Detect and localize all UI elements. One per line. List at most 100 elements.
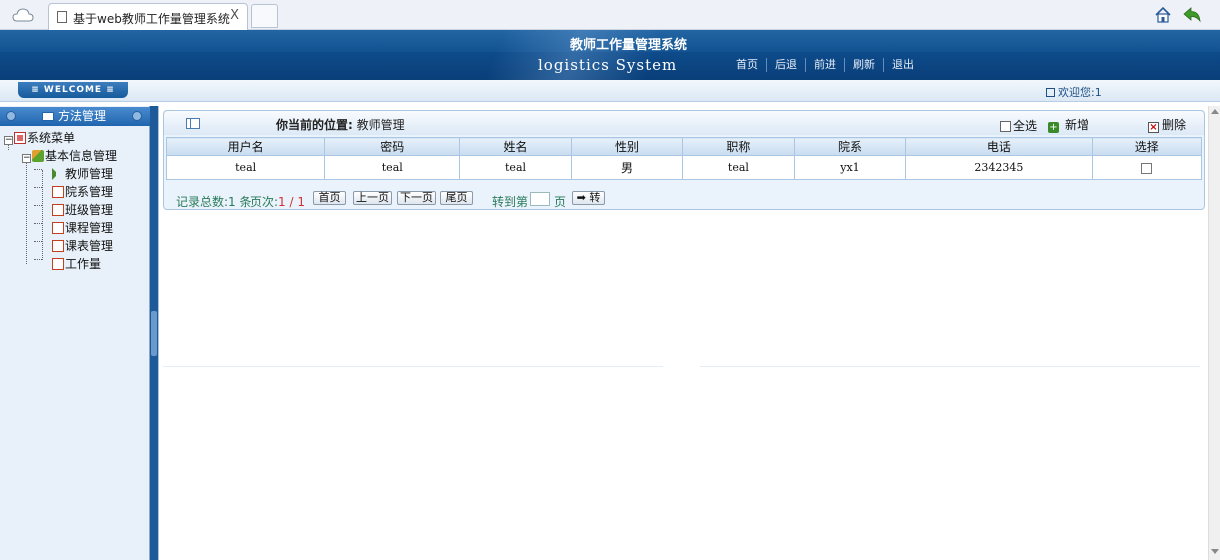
header-nav: 首页 后退 前进 刷新 退出	[728, 58, 922, 72]
page-label: 页次:	[250, 195, 279, 209]
splitter-grip[interactable]	[151, 311, 157, 356]
cell-department: yx1	[793, 155, 907, 180]
goto-page-input[interactable]	[530, 192, 550, 206]
checkbox-icon[interactable]	[1000, 121, 1011, 132]
browser-tab[interactable]: 基于web教师工作量管理系统 X	[48, 3, 248, 30]
prev-page-button[interactable]: 上一页	[353, 191, 392, 205]
tab-close-icon[interactable]: X	[230, 8, 239, 23]
collapse-icon[interactable]: −	[4, 136, 13, 145]
total-records: 记录总数:1 条	[176, 193, 252, 210]
tree-group-label: 基本信息管理	[45, 149, 118, 163]
user-icon	[1046, 88, 1055, 97]
nav-forward-link[interactable]: 前进	[805, 58, 844, 72]
back-arrow-icon[interactable]	[1182, 6, 1202, 24]
column-header: 性别	[570, 137, 684, 156]
tree-root[interactable]: − 系统菜单	[4, 130, 75, 146]
teacher-panel: 你当前的位置: 教师管理 全选 + 新增 × 删除 用户名 密码 姓名 性别 职称 …	[163, 110, 1205, 210]
add-icon: +	[1048, 122, 1059, 133]
panel-toolbar: 你当前的位置: 教师管理 全选 + 新增 × 删除	[164, 111, 1204, 135]
speaker-icon	[52, 168, 64, 180]
cell-name: teal	[459, 155, 572, 180]
teacher-table: 用户名 密码 姓名 性别 职称 院系 电话 选择 teal teal teal …	[165, 137, 1203, 180]
tab-title: 基于web教师工作量管理系统	[73, 12, 230, 26]
goto-unit: 页	[554, 195, 567, 209]
envelope-icon	[42, 112, 54, 121]
new-tab-button[interactable]	[251, 4, 278, 28]
document-icon	[52, 186, 64, 198]
welcome-user-text: 欢迎您:1	[1058, 86, 1102, 99]
document-icon	[52, 258, 64, 270]
scroll-down-icon[interactable]	[1211, 549, 1219, 554]
select-all-label: 全选	[1013, 119, 1038, 133]
nav-back-link[interactable]: 后退	[766, 58, 805, 72]
column-header: 用户名	[165, 137, 326, 156]
row-checkbox[interactable]	[1141, 162, 1153, 174]
browser-toolbar: 基于web教师工作量管理系统 X	[0, 0, 1220, 30]
goto-label: 转到第	[492, 195, 529, 209]
scroll-up-icon[interactable]	[1211, 109, 1219, 114]
table-row[interactable]: teal teal teal 男 teal yx1 2342345	[165, 155, 1203, 180]
column-header: 选择	[1091, 137, 1203, 156]
first-page-button[interactable]: 首页	[313, 191, 346, 205]
sidebar-item-label: 课表管理	[65, 239, 114, 253]
cloud-icon[interactable]	[12, 8, 34, 22]
column-header: 院系	[793, 137, 907, 156]
breadcrumb: 你当前的位置: 教师管理	[276, 116, 405, 133]
app-title: 教师工作量管理系统	[570, 38, 688, 53]
sidebar-header[interactable]: 方法管理	[0, 107, 150, 126]
sidebar-item-course[interactable]: 课程管理	[52, 220, 113, 236]
add-button[interactable]: + 新增	[1048, 116, 1089, 133]
column-header: 职称	[682, 137, 795, 156]
nav-refresh-link[interactable]: 刷新	[844, 58, 883, 72]
sidebar-item-label: 教师管理	[65, 167, 114, 181]
sidebar-item-teacher[interactable]: 教师管理	[52, 166, 113, 182]
delete-icon: ×	[1148, 122, 1159, 133]
go-button[interactable]: ➡ 转	[572, 191, 605, 205]
delete-label: 删除	[1162, 118, 1187, 132]
sidebar-header-label: 方法管理	[58, 109, 107, 123]
last-page-button[interactable]: 尾页	[440, 191, 473, 205]
sidebar-item-label: 课程管理	[65, 221, 114, 235]
cell-password: teal	[324, 155, 461, 180]
nav-home-link[interactable]: 首页	[728, 58, 766, 72]
home-icon[interactable]	[1154, 6, 1172, 24]
page-icon	[57, 11, 67, 23]
cell-username: teal	[165, 155, 326, 180]
sidebar-knob-right-icon	[132, 111, 142, 121]
sidebar-item-schedule[interactable]: 课表管理	[52, 238, 113, 254]
app-header: 教师工作量管理系统 logistics System 首页 后退 前进 刷新 退…	[0, 30, 1220, 80]
collapse-icon[interactable]: −	[22, 154, 31, 163]
document-icon	[52, 204, 64, 216]
sidebar: 方法管理 − 系统菜单 − 基本信息管理 教师管理 院系管理 班级管理 课程管理 课…	[0, 106, 150, 560]
next-page-button[interactable]: 下一页	[397, 191, 436, 205]
select-all-checkbox[interactable]: 全选	[1000, 117, 1037, 134]
page-info: 页次:1 / 1	[250, 193, 305, 210]
sidebar-item-label: 工作量	[65, 257, 102, 271]
menu-root-icon	[14, 132, 26, 144]
folder-icon	[32, 150, 44, 162]
page-value: 1 / 1	[278, 195, 305, 209]
delete-button[interactable]: × 删除	[1148, 116, 1186, 133]
sidebar-item-label: 院系管理	[65, 185, 114, 199]
add-label: 新增	[1065, 118, 1090, 132]
sidebar-item-department[interactable]: 院系管理	[52, 184, 113, 200]
sidebar-item-workload[interactable]: 工作量	[52, 256, 101, 272]
cell-phone: 2342345	[905, 155, 1093, 180]
vertical-scrollbar[interactable]	[1208, 106, 1220, 560]
sidebar-splitter[interactable]	[150, 106, 158, 560]
location-value: 教师管理	[356, 118, 405, 132]
sidebar-knob-left-icon	[6, 111, 16, 121]
welcome-bar: ≡ WELCOME ≡ 欢迎您:1	[0, 80, 1220, 102]
welcome-user: 欢迎您:1	[1046, 84, 1102, 100]
welcome-banner: ≡ WELCOME ≡	[18, 82, 128, 98]
cell-select	[1091, 155, 1203, 180]
column-header: 姓名	[459, 137, 572, 156]
column-header: 密码	[324, 137, 461, 156]
location-label: 你当前的位置:	[276, 118, 353, 132]
nav-logout-link[interactable]: 退出	[883, 58, 922, 72]
cell-gender: 男	[570, 155, 684, 180]
sidebar-item-label: 班级管理	[65, 203, 114, 217]
document-icon	[52, 240, 64, 252]
sidebar-item-class[interactable]: 班级管理	[52, 202, 113, 218]
tree-group[interactable]: − 基本信息管理	[22, 148, 117, 164]
